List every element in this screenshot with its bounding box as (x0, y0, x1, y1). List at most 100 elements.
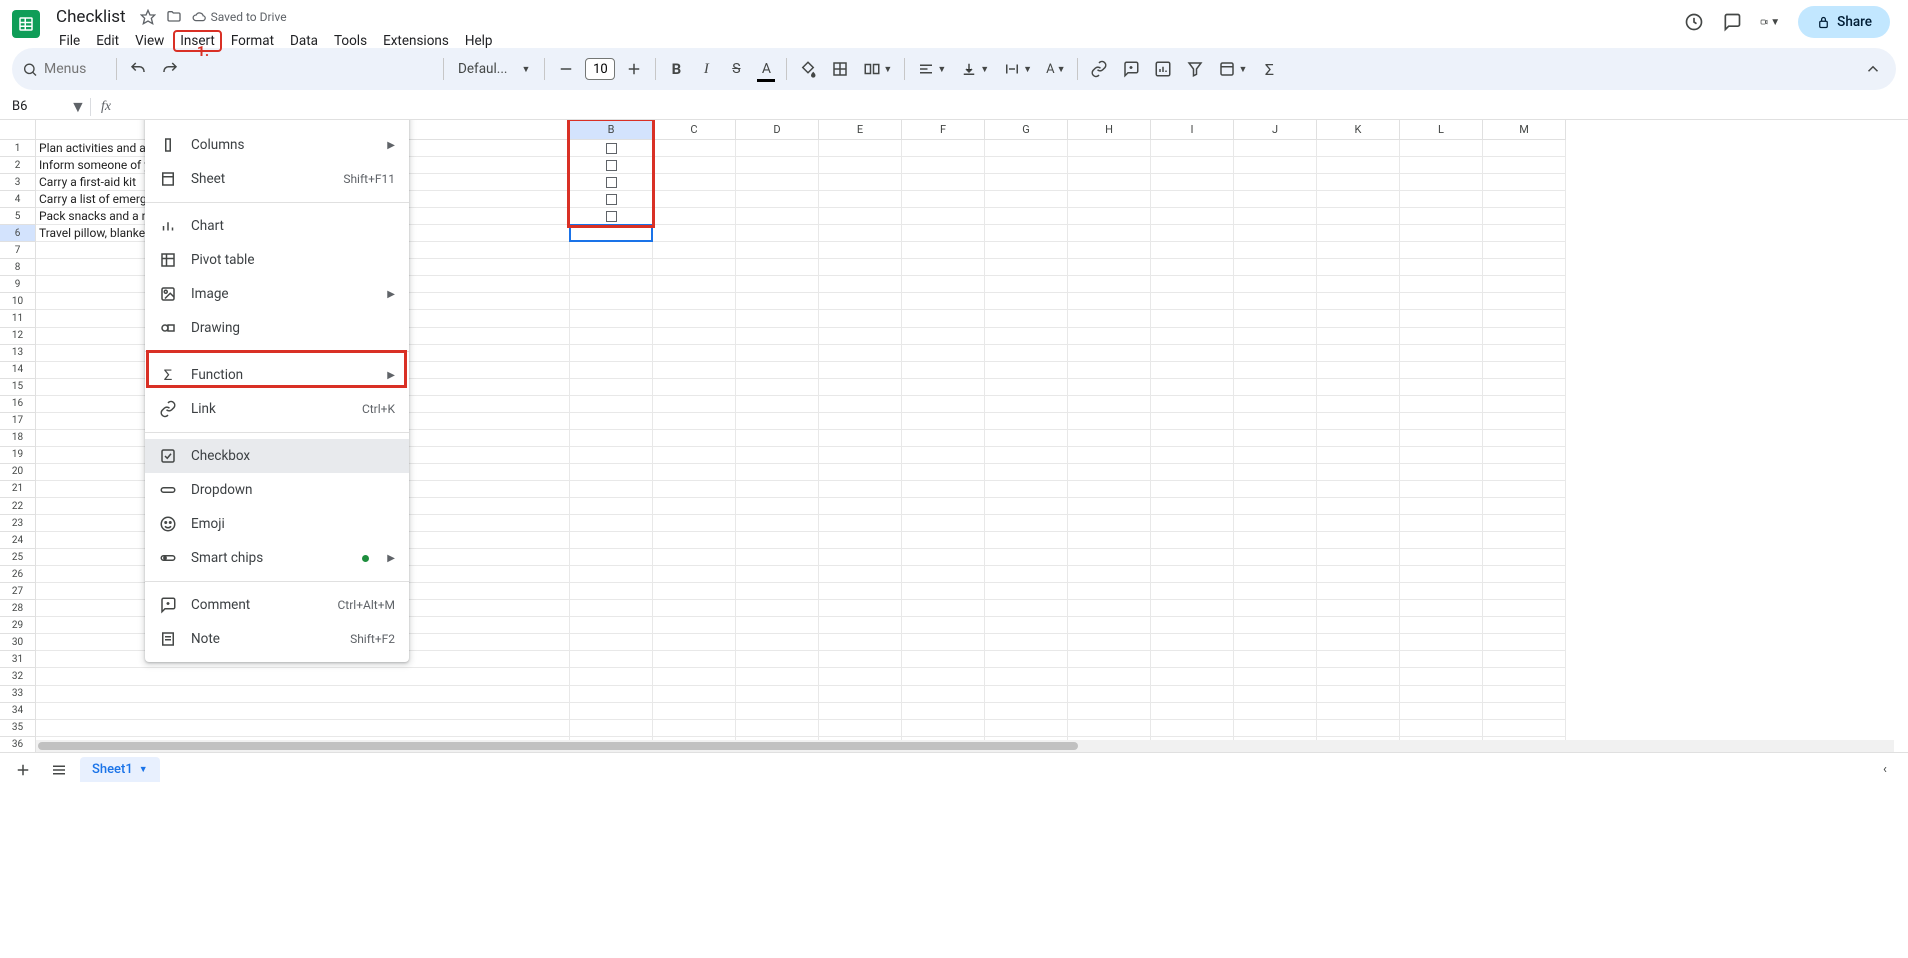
cell-G18[interactable] (985, 430, 1068, 447)
cell-F24[interactable] (902, 532, 985, 549)
cell-E21[interactable] (819, 481, 902, 498)
menu-search-input[interactable] (44, 61, 104, 77)
cell-I6[interactable] (1151, 225, 1234, 242)
cell-C7[interactable] (653, 242, 736, 259)
cell-L4[interactable] (1400, 191, 1483, 208)
row-header-13[interactable]: 13 (0, 345, 36, 362)
filter-views-button[interactable]: ▼ (1212, 54, 1253, 84)
cell-B15[interactable] (570, 379, 653, 396)
cell-C12[interactable] (653, 328, 736, 345)
cell-B18[interactable] (570, 430, 653, 447)
cell-D1[interactable] (736, 140, 819, 157)
cell-M25[interactable] (1483, 549, 1566, 566)
cell-E19[interactable] (819, 447, 902, 464)
cell-E26[interactable] (819, 566, 902, 583)
cell-L13[interactable] (1400, 345, 1483, 362)
cell-F8[interactable] (902, 259, 985, 276)
cell-B25[interactable] (570, 549, 653, 566)
cell-D4[interactable] (736, 191, 819, 208)
cell-H7[interactable] (1068, 242, 1151, 259)
cell-F33[interactable] (902, 686, 985, 703)
cell-C8[interactable] (653, 259, 736, 276)
cell-G16[interactable] (985, 396, 1068, 413)
cell-G20[interactable] (985, 464, 1068, 481)
cell-I1[interactable] (1151, 140, 1234, 157)
cell-L11[interactable] (1400, 310, 1483, 327)
cell-J3[interactable] (1234, 174, 1317, 191)
cell-K11[interactable] (1317, 310, 1400, 327)
cell-I12[interactable] (1151, 328, 1234, 345)
cell-I18[interactable] (1151, 430, 1234, 447)
all-sheets-button[interactable] (44, 756, 74, 784)
cell-E32[interactable] (819, 668, 902, 685)
cell-I23[interactable] (1151, 515, 1234, 532)
menu-data[interactable]: Data (283, 30, 325, 52)
cell-B3[interactable] (570, 174, 653, 191)
row-header-29[interactable]: 29 (0, 617, 36, 634)
cell-H19[interactable] (1068, 447, 1151, 464)
column-header-C[interactable]: C (653, 120, 736, 140)
cell-H15[interactable] (1068, 379, 1151, 396)
menu-extensions[interactable]: Extensions (376, 30, 456, 52)
cell-I19[interactable] (1151, 447, 1234, 464)
cell-M16[interactable] (1483, 396, 1566, 413)
cell-F17[interactable] (902, 413, 985, 430)
undo-button[interactable] (123, 54, 153, 84)
collapse-toolbar-button[interactable] (1858, 54, 1888, 84)
cell-C30[interactable] (653, 634, 736, 651)
cell-M10[interactable] (1483, 293, 1566, 310)
cell-L10[interactable] (1400, 293, 1483, 310)
cell-D18[interactable] (736, 430, 819, 447)
add-sheet-button[interactable] (8, 756, 38, 784)
row-header-4[interactable]: 4 (0, 191, 36, 208)
font-size-decrease[interactable] (551, 54, 581, 84)
cell-F5[interactable] (902, 208, 985, 225)
cell-I24[interactable] (1151, 532, 1234, 549)
menu-item-columns[interactable]: Columns▶ (145, 128, 409, 162)
cell-G23[interactable] (985, 515, 1068, 532)
cell-H25[interactable] (1068, 549, 1151, 566)
cell-G24[interactable] (985, 532, 1068, 549)
cell-H14[interactable] (1068, 362, 1151, 379)
cell-C31[interactable] (653, 651, 736, 668)
cell-F6[interactable] (902, 225, 985, 242)
cell-D11[interactable] (736, 310, 819, 327)
cell-M21[interactable] (1483, 481, 1566, 498)
row-header-24[interactable]: 24 (0, 532, 36, 549)
cell-M8[interactable] (1483, 259, 1566, 276)
cell-D22[interactable] (736, 498, 819, 515)
cell-C15[interactable] (653, 379, 736, 396)
cell-I31[interactable] (1151, 651, 1234, 668)
row-header-10[interactable]: 10 (0, 293, 36, 310)
cell-F11[interactable] (902, 310, 985, 327)
cell-L16[interactable] (1400, 396, 1483, 413)
cell-B27[interactable] (570, 583, 653, 600)
cell-C24[interactable] (653, 532, 736, 549)
cell-L29[interactable] (1400, 617, 1483, 634)
cell-K14[interactable] (1317, 362, 1400, 379)
cell-B12[interactable] (570, 328, 653, 345)
cell-H29[interactable] (1068, 617, 1151, 634)
cell-K21[interactable] (1317, 481, 1400, 498)
cell-L3[interactable] (1400, 174, 1483, 191)
cell-E7[interactable] (819, 242, 902, 259)
cell-G33[interactable] (985, 686, 1068, 703)
cell-F4[interactable] (902, 191, 985, 208)
cell-M19[interactable] (1483, 447, 1566, 464)
cell-C28[interactable] (653, 600, 736, 617)
cell-E14[interactable] (819, 362, 902, 379)
cell-D3[interactable] (736, 174, 819, 191)
cell-M6[interactable] (1483, 225, 1566, 242)
cell-J7[interactable] (1234, 242, 1317, 259)
cell-J29[interactable] (1234, 617, 1317, 634)
cell-B20[interactable] (570, 464, 653, 481)
cell-D16[interactable] (736, 396, 819, 413)
column-header-K[interactable]: K (1317, 120, 1400, 140)
row-header-8[interactable]: 8 (0, 259, 36, 276)
menu-view[interactable]: View (128, 30, 171, 52)
row-header-7[interactable]: 7 (0, 242, 36, 259)
cell-A32[interactable] (36, 668, 570, 685)
cell-J4[interactable] (1234, 191, 1317, 208)
cell-E5[interactable] (819, 208, 902, 225)
cell-G1[interactable] (985, 140, 1068, 157)
